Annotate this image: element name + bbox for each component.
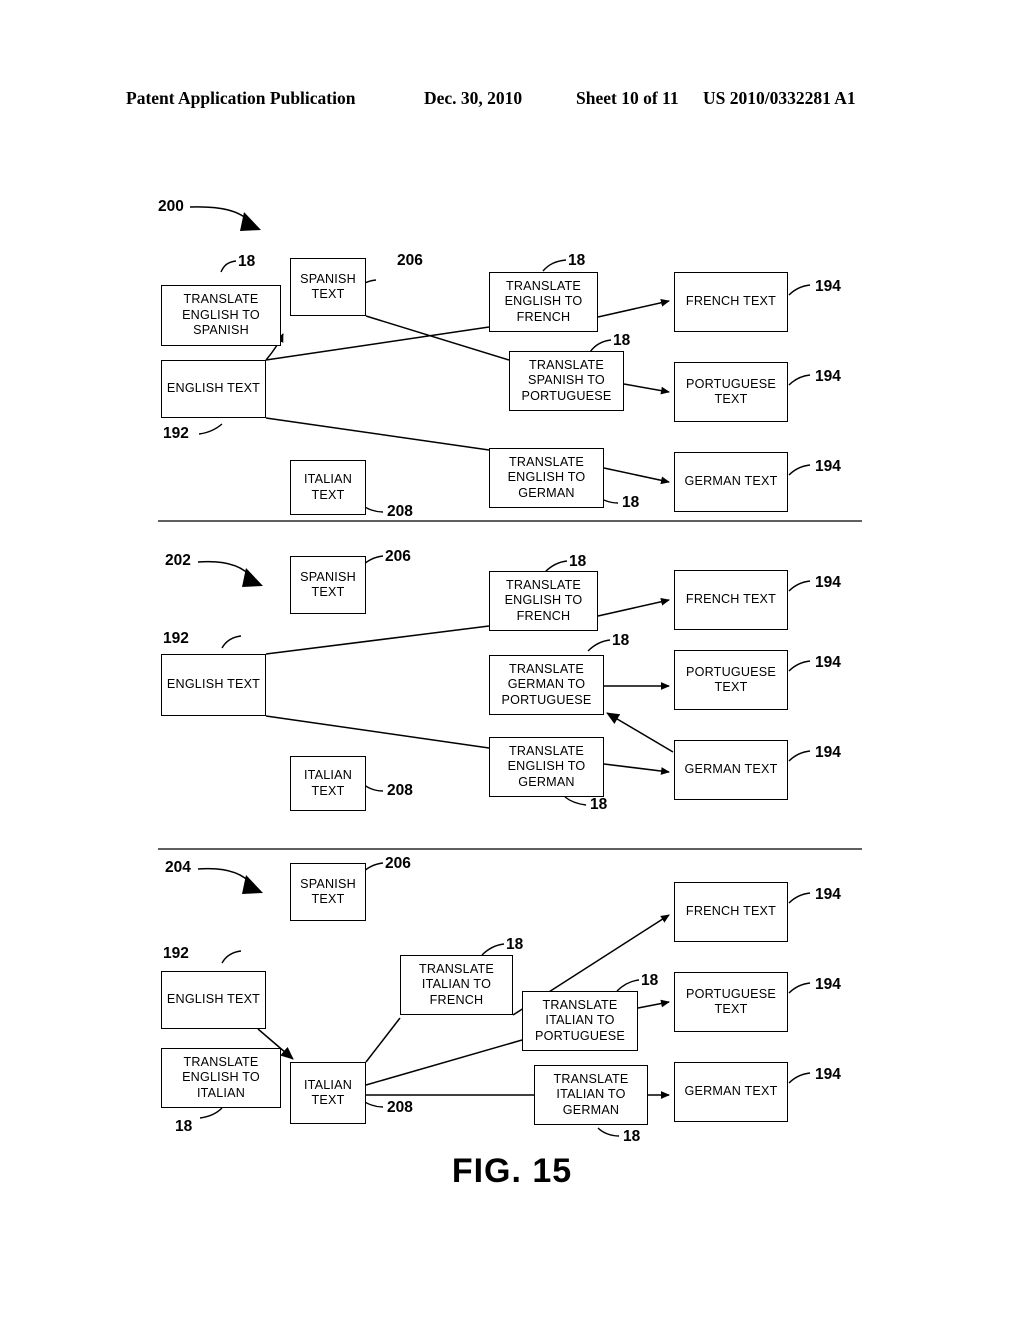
ref-18-s204-c: 18 xyxy=(623,1128,641,1145)
s200-french-text[interactable]: FRENCH TEXT xyxy=(674,272,788,332)
s202-german-text[interactable]: GERMAN TEXT xyxy=(674,740,788,800)
s200-german-text[interactable]: GERMAN TEXT xyxy=(674,452,788,512)
s200-portuguese-text[interactable]: PORTUGUESE TEXT xyxy=(674,362,788,422)
s204-portuguese-text[interactable]: PORTUGUESE TEXT xyxy=(674,972,788,1032)
ref-18-s200-d: 18 xyxy=(622,494,640,511)
s200-italian-text[interactable]: ITALIAN TEXT xyxy=(290,460,366,515)
figure-caption: FIG. 15 xyxy=(451,1152,573,1190)
ref-208-s202: 208 xyxy=(387,782,413,799)
header-sheet: Sheet 10 of 11 xyxy=(576,88,679,108)
s200-translate-english-to-french[interactable]: TRANSLATE ENGLISH TO FRENCH xyxy=(489,272,598,332)
s200-translate-english-to-spanish[interactable]: TRANSLATE ENGLISH TO SPANISH xyxy=(161,285,281,346)
ref-200: 200 xyxy=(158,198,184,215)
ref-18-s204-d: 18 xyxy=(175,1118,193,1135)
s204-german-text[interactable]: GERMAN TEXT xyxy=(674,1062,788,1122)
s200-translate-spanish-to-portuguese[interactable]: TRANSLATE SPANISH TO PORTUGUESE xyxy=(509,351,624,411)
s204-translate-english-to-italian[interactable]: TRANSLATE ENGLISH TO ITALIAN xyxy=(161,1048,281,1108)
header-publication-number: US 2010/0332281 A1 xyxy=(703,88,856,108)
ref-204: 204 xyxy=(165,859,191,876)
s202-spanish-text[interactable]: SPANISH TEXT xyxy=(290,556,366,614)
ref-206-s204: 206 xyxy=(385,855,411,872)
s200-translate-english-to-german[interactable]: TRANSLATE ENGLISH TO GERMAN xyxy=(489,448,604,508)
s202-portuguese-text[interactable]: PORTUGUESE TEXT xyxy=(674,650,788,710)
ref-18-s202-a: 18 xyxy=(569,553,587,570)
ref-192-s200: 192 xyxy=(163,425,189,442)
ref-194-s204-c: 194 xyxy=(815,1066,841,1083)
s204-spanish-text[interactable]: SPANISH TEXT xyxy=(290,863,366,921)
s204-italian-text[interactable]: ITALIAN TEXT xyxy=(290,1062,366,1124)
ref-194-s204-a: 194 xyxy=(815,886,841,903)
ref-194-s202-c: 194 xyxy=(815,744,841,761)
ref-18-s200-b: 18 xyxy=(568,252,586,269)
s204-french-text[interactable]: FRENCH TEXT xyxy=(674,882,788,942)
s204-translate-italian-to-french[interactable]: TRANSLATE ITALIAN TO FRENCH xyxy=(400,955,513,1015)
ref-18-s202-b: 18 xyxy=(612,632,630,649)
ref-194-s202-a: 194 xyxy=(815,574,841,591)
s200-english-text[interactable]: ENGLISH TEXT xyxy=(161,360,266,418)
ref-18-s200-c: 18 xyxy=(613,332,631,349)
s200-spanish-text[interactable]: SPANISH TEXT xyxy=(290,258,366,316)
s204-translate-italian-to-portuguese[interactable]: TRANSLATE ITALIAN TO PORTUGUESE xyxy=(522,991,638,1051)
header-title: Patent Application Publication xyxy=(126,88,356,108)
s202-french-text[interactable]: FRENCH TEXT xyxy=(674,570,788,630)
ref-206-s202: 206 xyxy=(385,548,411,565)
ref-208-s204: 208 xyxy=(387,1099,413,1116)
ref-194-s202-b: 194 xyxy=(815,654,841,671)
ref-194-s200-a: 194 xyxy=(815,278,841,295)
ref-208-s200: 208 xyxy=(387,503,413,520)
ref-194-s204-b: 194 xyxy=(815,976,841,993)
ref-192-s204: 192 xyxy=(163,945,189,962)
ref-18-s204-b: 18 xyxy=(641,972,659,989)
ref-194-s200-b: 194 xyxy=(815,368,841,385)
ref-18-s204-a: 18 xyxy=(506,936,524,953)
s204-english-text[interactable]: ENGLISH TEXT xyxy=(161,971,266,1029)
patent-drawing-page: Patent Application Publication Dec. 30, … xyxy=(0,0,1024,1320)
ref-192-s202: 192 xyxy=(163,630,189,647)
ref-18-s200-a: 18 xyxy=(238,253,256,270)
header-date: Dec. 30, 2010 xyxy=(424,88,523,108)
ref-202: 202 xyxy=(165,552,191,569)
s202-translate-german-to-portuguese[interactable]: TRANSLATE GERMAN TO PORTUGUESE xyxy=(489,655,604,715)
ref-206-s200: 206 xyxy=(397,252,423,269)
ref-18-s202-c: 18 xyxy=(590,796,608,813)
s202-translate-english-to-german[interactable]: TRANSLATE ENGLISH TO GERMAN xyxy=(489,737,604,797)
s202-translate-english-to-french[interactable]: TRANSLATE ENGLISH TO FRENCH xyxy=(489,571,598,631)
s202-italian-text[interactable]: ITALIAN TEXT xyxy=(290,756,366,811)
s202-english-text[interactable]: ENGLISH TEXT xyxy=(161,654,266,716)
s204-translate-italian-to-german[interactable]: TRANSLATE ITALIAN TO GERMAN xyxy=(534,1065,648,1125)
ref-194-s200-c: 194 xyxy=(815,458,841,475)
